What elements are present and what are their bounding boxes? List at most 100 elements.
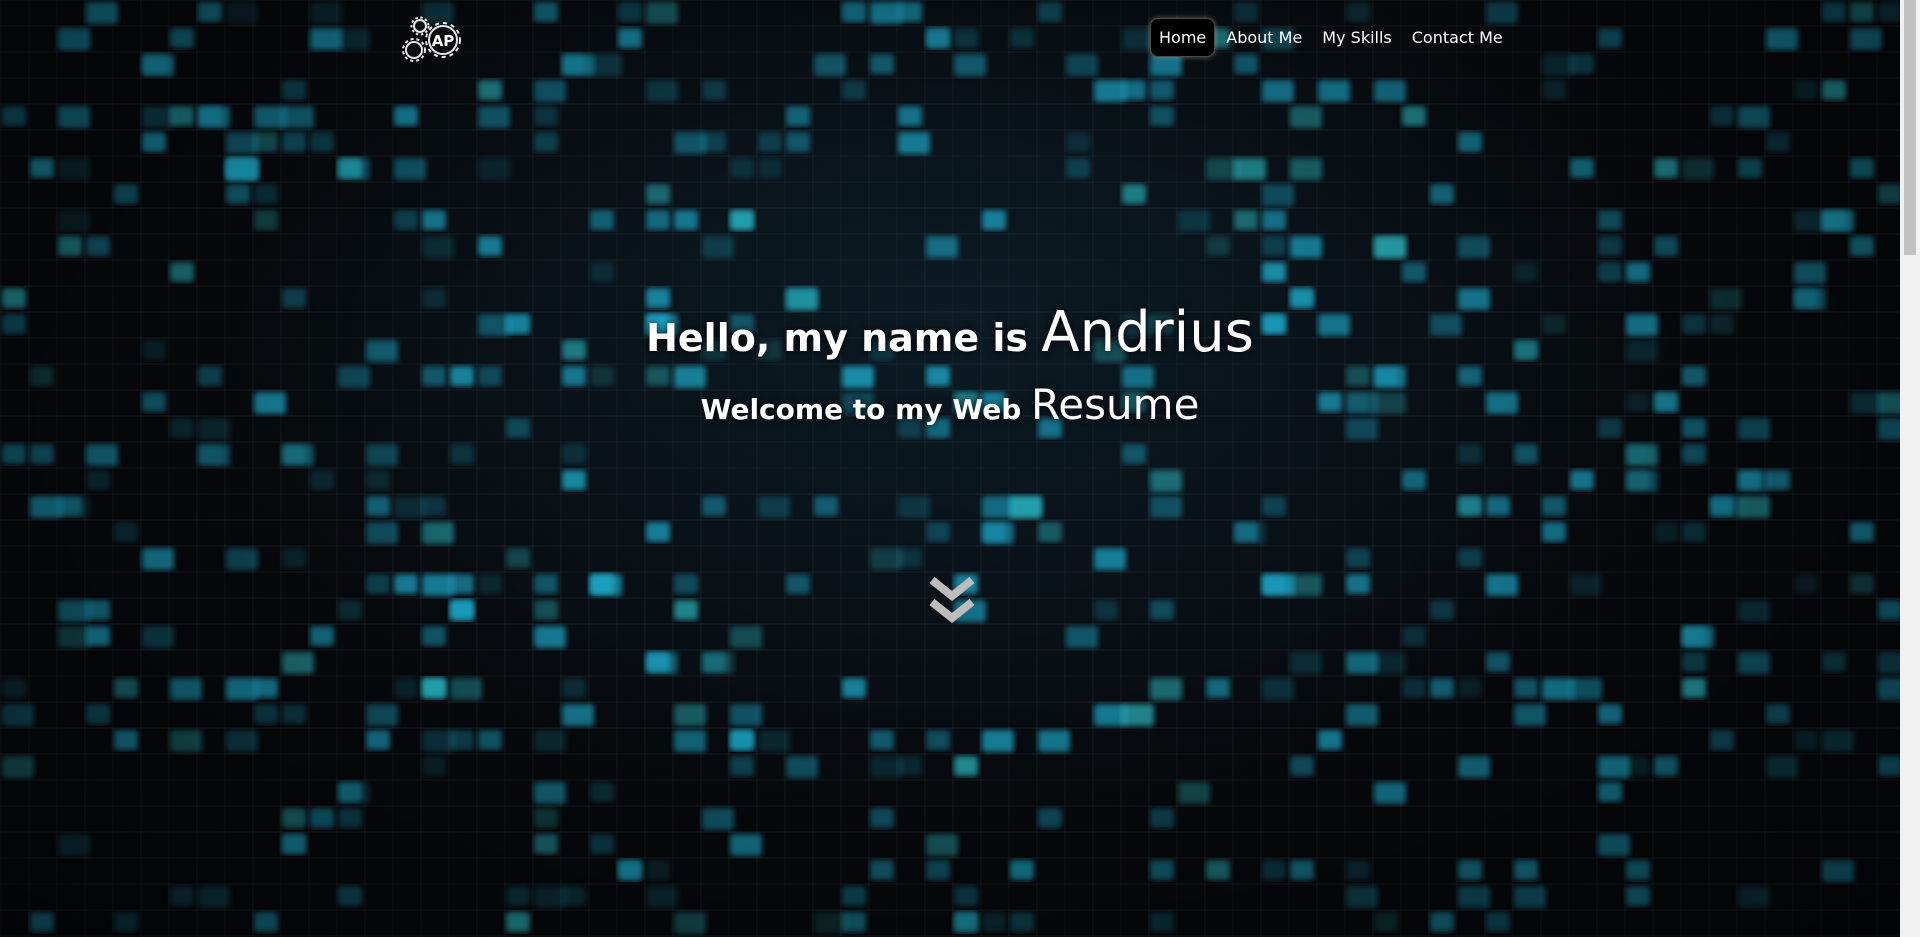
welcome-text: Welcome to my Web (700, 393, 1032, 426)
glow-cell (926, 28, 950, 48)
glow-cell (1514, 262, 1538, 282)
glow-cell (1654, 236, 1678, 256)
glow-cell (1458, 678, 1482, 698)
ap-gears-logo-icon[interactable]: AP (396, 14, 462, 66)
glow-cell (870, 730, 894, 750)
glow-cell (1094, 548, 1126, 570)
glow-cell (1430, 912, 1454, 932)
glow-cell (1878, 600, 1900, 620)
glow-cell (394, 496, 426, 518)
glow-cell (1206, 158, 1238, 180)
glow-cell (1318, 730, 1342, 750)
glow-cell (562, 444, 586, 464)
glow-cell (1234, 522, 1258, 542)
glow-cell (1374, 912, 1398, 932)
glow-cell (814, 496, 838, 516)
glow-cell (310, 132, 334, 152)
glow-cell (58, 158, 90, 180)
glow-cell (450, 678, 482, 700)
glow-cell (1514, 860, 1538, 880)
glow-cell (1822, 860, 1854, 882)
glow-cell (198, 444, 230, 466)
glow-cell (1374, 236, 1406, 258)
glow-cell (422, 574, 454, 596)
glow-cell (674, 600, 698, 620)
glow-cell (898, 496, 930, 518)
glow-cell (1122, 444, 1146, 464)
glow-cell (1598, 28, 1622, 48)
glow-cell (86, 626, 110, 646)
glow-cell (1514, 704, 1546, 726)
glow-cell (1458, 756, 1490, 778)
glow-cell (730, 158, 754, 178)
glow-cell (1514, 886, 1546, 908)
glow-cell (198, 106, 222, 126)
glow-cell (926, 730, 950, 750)
glow-cell (58, 496, 82, 516)
double-chevron-down-icon[interactable] (928, 574, 976, 630)
glow-cell (506, 886, 530, 906)
glow-cell (1654, 756, 1678, 776)
glow-cell (702, 808, 734, 830)
glow-cell (1682, 522, 1706, 542)
hero-welcome: Welcome to my Web Resume (0, 380, 1900, 429)
glow-cell (58, 600, 90, 622)
scrollbar-thumb[interactable] (1904, 0, 1916, 255)
glow-cell (338, 782, 370, 804)
glow-cell (1122, 184, 1146, 204)
glow-cell (982, 210, 1006, 230)
glow-cell (1374, 782, 1406, 804)
glow-cell (814, 912, 846, 934)
page-scrollbar[interactable] (1900, 0, 1920, 937)
glow-cell (30, 158, 54, 178)
glow-cell (926, 834, 958, 856)
glow-cell (1290, 652, 1322, 674)
glow-cell (1234, 54, 1258, 74)
glow-cell (590, 54, 622, 76)
glow-cell (1794, 574, 1818, 594)
glow-cell (142, 54, 174, 76)
glow-cell (1570, 158, 1594, 178)
glow-cell (226, 730, 258, 752)
glow-cell (478, 730, 502, 750)
glow-cell (646, 2, 678, 24)
nav-item-contact-me[interactable]: Contact Me (1403, 18, 1512, 57)
glow-cell (730, 730, 754, 750)
nav-item-home[interactable]: Home (1150, 18, 1216, 57)
glow-cell (86, 704, 110, 724)
glow-cell (478, 574, 502, 594)
glow-cell (646, 80, 678, 102)
glow-cell (1850, 28, 1882, 50)
glow-cell (114, 184, 138, 204)
glow-cell (478, 236, 502, 256)
glow-cell (310, 626, 334, 646)
glow-cell (170, 28, 194, 48)
glow-cell (1206, 236, 1230, 256)
glow-cell (114, 730, 138, 750)
glow-cell (1262, 678, 1294, 700)
glow-cell (674, 704, 706, 726)
glow-cell (2, 106, 26, 126)
glow-cell (1178, 782, 1210, 804)
glow-cell (534, 600, 558, 620)
glow-cell (394, 210, 418, 230)
nav-item-about-me[interactable]: About Me (1217, 18, 1311, 57)
glow-cell (870, 54, 894, 74)
glow-cell (1822, 730, 1854, 752)
glow-cell (58, 28, 90, 50)
glow-cell (282, 808, 306, 828)
glow-cell (1626, 262, 1650, 282)
glow-cell (1290, 106, 1322, 128)
glow-cell (674, 730, 706, 752)
glow-cell (730, 210, 754, 230)
main-nav: Home About Me My Skills Contact Me (1150, 18, 1512, 57)
glow-cell (1682, 652, 1706, 672)
glow-cell (1206, 678, 1230, 698)
glow-cell (730, 626, 762, 648)
glow-cell (534, 834, 558, 854)
glow-cell (1738, 886, 1770, 908)
glow-cell (1066, 54, 1098, 76)
glow-cell (870, 808, 894, 828)
nav-item-my-skills[interactable]: My Skills (1313, 18, 1400, 57)
glow-cell (1738, 496, 1770, 518)
